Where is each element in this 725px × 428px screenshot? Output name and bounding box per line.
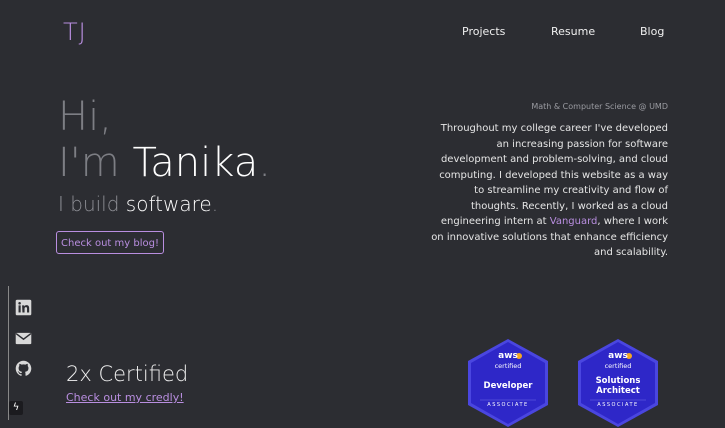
- about-bio: Throughout my college career I've develo…: [428, 121, 668, 261]
- badge-certified-label: certified: [604, 362, 632, 370]
- netlify-icon[interactable]: ϟ: [9, 401, 23, 415]
- badge-level-label: ASSOCIATE: [597, 402, 639, 408]
- greeting-im: I'm: [58, 140, 120, 186]
- credly-link[interactable]: Check out my credly!: [66, 391, 184, 404]
- badge-aws-label: aws: [498, 351, 518, 361]
- tagline-word: software: [125, 192, 212, 216]
- badge-certified-label: certified: [494, 362, 522, 370]
- linkedin-icon[interactable]: [15, 299, 32, 316]
- greeting-name: Tanika: [132, 140, 259, 186]
- vanguard-link[interactable]: Vanguard: [550, 216, 598, 227]
- greeting-hi: Hi,: [58, 94, 112, 140]
- greeting-dot: .: [258, 140, 271, 186]
- bio-text-1: Throughout my college career I've develo…: [439, 123, 668, 227]
- aws-solutions-architect-badge[interactable]: aws certified Solutions Architect ASSOCI…: [576, 338, 660, 428]
- certified-heading: 2x Certified: [66, 362, 189, 386]
- site-logo[interactable]: TJ: [63, 18, 87, 46]
- blog-button[interactable]: Check out my blog!: [56, 231, 164, 254]
- tagline: I build software.: [58, 192, 218, 216]
- mail-icon[interactable]: [15, 330, 32, 347]
- badge-aws-label: aws: [608, 351, 628, 361]
- aws-developer-badge[interactable]: aws certified Developer ASSOCIATE: [466, 338, 550, 428]
- about-subtitle: Math & Computer Science @ UMD: [531, 102, 668, 111]
- nav-blog[interactable]: Blog: [640, 25, 664, 38]
- tagline-prefix: I build: [58, 192, 120, 216]
- tagline-dot: .: [211, 192, 219, 216]
- badge-role-label: Developer: [483, 381, 533, 391]
- nav-projects[interactable]: Projects: [462, 25, 505, 38]
- badge-role-label: Solutions Architect: [595, 376, 641, 396]
- social-divider: [8, 286, 9, 420]
- badge-level-label: ASSOCIATE: [487, 402, 529, 408]
- nav-resume[interactable]: Resume: [551, 25, 595, 38]
- github-icon[interactable]: [15, 360, 32, 377]
- greeting-name-line: I'm Tanika.: [58, 140, 271, 186]
